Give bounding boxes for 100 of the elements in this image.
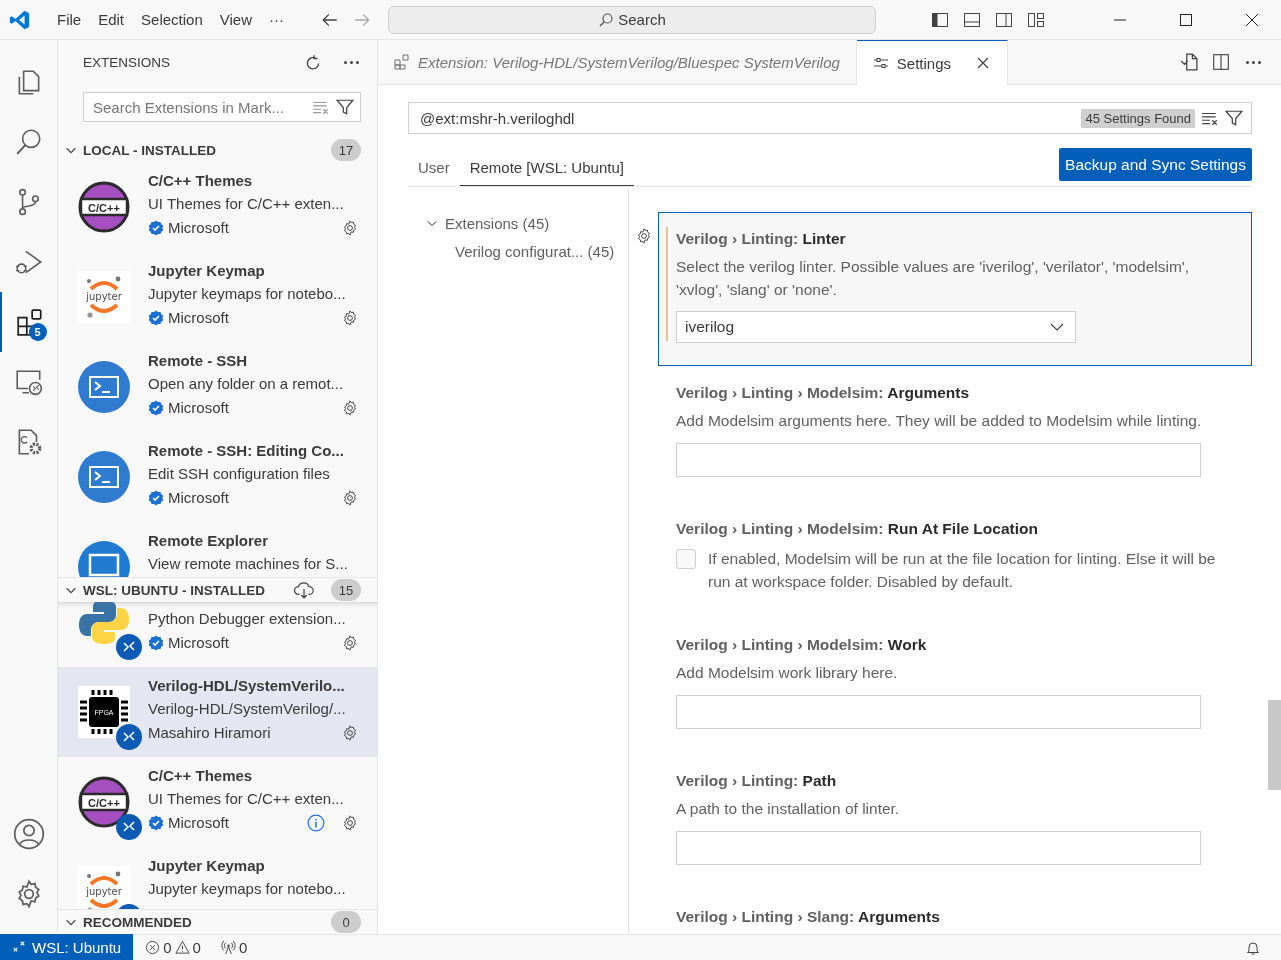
monitor-remote-icon[interactable] <box>13 367 44 397</box>
menu-item[interactable]: ··· <box>261 7 292 32</box>
extension-item[interactable]: jupyter Jupyter Keymap Jupyter keymaps for notebo... Microsoft <box>58 252 377 342</box>
extension-name: Jupyter Keymap <box>148 261 266 281</box>
cpp-logo: C/C++ <box>78 776 130 828</box>
problems-button[interactable]: 0 0 <box>137 939 209 956</box>
maximize-icon[interactable] <box>1179 12 1193 27</box>
menu-item[interactable]: File <box>49 7 90 32</box>
input-field[interactable] <box>676 695 1201 729</box>
scope-tab[interactable]: User <box>408 148 460 186</box>
publisher-name: Masahiro Hiramori <box>148 724 271 741</box>
publisher-name: Microsoft <box>168 309 229 326</box>
setting-description: Add Modelsim arguments here. They will be added to Modelsim while linting. <box>676 411 1203 431</box>
search-field[interactable]: Search Extensions in Mark... <box>91 97 306 117</box>
open-file-icon[interactable] <box>1180 53 1198 71</box>
setting-item[interactable]: Verilog › Linting › Modelsim: Work Add Modelsim work library here. <box>658 618 1252 754</box>
extension-name: C/C++ Themes <box>148 766 254 786</box>
editor-tab[interactable]: Settings <box>856 40 1009 85</box>
search-bar[interactable]: @ext:mshr-h.veriloghdl 45 Settings Found <box>408 102 1252 134</box>
filter-icon[interactable] <box>336 98 354 116</box>
ports-button[interactable]: 0 <box>212 939 256 956</box>
remote-icon <box>12 940 26 954</box>
antenna-icon <box>220 940 236 955</box>
cloud-download-icon[interactable] <box>294 581 314 599</box>
extension-name: Remote - SSH <box>148 351 249 371</box>
setting-gear-icon[interactable] <box>635 227 653 245</box>
count-badge: 0 <box>331 911 361 933</box>
secondary-sidebar-toggle-icon[interactable] <box>995 10 1013 29</box>
terminal-logo <box>78 361 130 413</box>
refresh-icon[interactable] <box>304 53 322 72</box>
extension-item[interactable]: jupyter Jupyter Keymap Jupyter keymaps for notebo... <box>58 847 377 909</box>
extension-description: UI Themes for C/C++ exten... <box>148 194 345 214</box>
setting-item[interactable]: Verilog › Linting › Modelsim: Run At File Location If enabled, Modelsim will be run at the file location for linting. Else it will be run at workspace folder. Disabled by default. <box>658 502 1252 618</box>
extension-description: Verilog-HDL/SystemVerilog/... <box>148 699 347 719</box>
extension-name: C/C++ Themes <box>148 171 254 191</box>
setting-item[interactable]: Verilog › Linting › Modelsim: Arguments Add Modelsim arguments here. They will be added to Modelsim while linting. <box>658 366 1252 502</box>
results-count-badge: 45 Settings Found <box>1081 108 1195 128</box>
setting-description: Add Modelsim work library here. <box>676 663 899 683</box>
manage-gear-icon[interactable] <box>341 398 359 417</box>
warning-icon <box>174 940 190 955</box>
extension-item[interactable]: C/C++ C/C++ Themes UI Themes for C/C++ exten... Microsoft <box>58 757 377 847</box>
extension-name: Verilog-HDL/SystemVerilo... <box>148 676 346 696</box>
section-title: RECOMMENDED <box>83 914 193 930</box>
dropdown[interactable]: iverilog <box>676 311 1076 343</box>
bell-icon[interactable] <box>1245 939 1261 956</box>
split-editor-icon[interactable] <box>1212 53 1230 71</box>
extension-item[interactable]: Remote - SSH: Editing Co... Edit SSH configuration files Microsoft <box>58 432 377 522</box>
extension-item[interactable]: Remote - SSH Open any folder on a remot... Microsoft <box>58 342 377 432</box>
primary-sidebar-toggle-icon[interactable] <box>931 10 949 29</box>
command-center-placeholder: Search <box>618 11 666 28</box>
extension-name: Remote Explorer <box>148 531 270 551</box>
search-bar[interactable]: Search Extensions in Mark... <box>83 92 361 122</box>
remote-indicator[interactable]: WSL: Ubuntu <box>0 934 134 960</box>
menu-item[interactable]: View <box>211 7 260 32</box>
manage-gear-icon[interactable] <box>341 813 359 832</box>
scrollbar-thumb[interactable] <box>1268 700 1281 790</box>
sync-button[interactable]: Backup and Sync Settings <box>1059 148 1252 181</box>
setting-title: Verilog › Linting: Linter <box>676 229 847 249</box>
scope-tab[interactable]: Remote [WSL: Ubuntu] <box>459 148 634 186</box>
input-field[interactable] <box>676 443 1201 477</box>
menu-item[interactable]: Edit <box>90 7 133 32</box>
close-icon[interactable] <box>1245 12 1259 27</box>
panel-title: EXTENSIONS <box>83 55 172 70</box>
filter-icon[interactable] <box>1225 109 1243 127</box>
manage-gear-icon[interactable] <box>341 488 359 507</box>
extensions-icon[interactable] <box>14 307 45 337</box>
manage-gear-icon[interactable] <box>341 633 359 652</box>
menu-item[interactable]: Selection <box>133 7 211 32</box>
manage-gear-icon[interactable] <box>341 218 359 237</box>
sliders-icon <box>872 55 889 71</box>
extension-item[interactable]: Remote Explorer View remote machines for S... <box>58 522 377 577</box>
setting-title: Verilog › Linting: Path <box>676 771 838 791</box>
jupyter-logo: jupyter <box>78 271 130 323</box>
info-icon[interactable] <box>307 813 325 832</box>
checkbox[interactable] <box>676 549 696 569</box>
setting-item[interactable]: Verilog › Linting: Path A path to the installation of linter. <box>658 754 1252 890</box>
publisher-name: Microsoft <box>168 489 229 506</box>
account-icon[interactable] <box>12 818 45 850</box>
toc-item[interactable]: Extensions (45) <box>408 209 628 237</box>
input-field[interactable] <box>676 831 1201 865</box>
layout-icon[interactable] <box>1027 10 1045 29</box>
section-header[interactable]: WSL: UBUNTU - INSTALLED 15 <box>58 577 377 602</box>
setting-title: Verilog › Linting › Modelsim: Work <box>676 635 928 655</box>
publisher-name: Microsoft <box>168 814 229 831</box>
section-header[interactable]: LOCAL - INSTALLED 17 <box>58 138 377 162</box>
manage-gear-icon[interactable] <box>341 723 359 742</box>
command-center[interactable]: Search <box>388 5 876 34</box>
extension-description: Open any folder on a remot... <box>148 374 345 394</box>
extension-name: Jupyter Keymap <box>148 856 266 876</box>
panel-toggle-icon[interactable] <box>963 10 981 29</box>
setting-item[interactable]: Verilog › Linting › Slang: Arguments <box>658 890 1252 934</box>
extension-description: Jupyter keymaps for notebo... <box>148 879 347 899</box>
search-icon <box>598 11 615 28</box>
extension-name: Remote - SSH: Editing Co... <box>148 441 345 461</box>
editor-tab[interactable]: Extension: Verilog-HDL/SystemVerilog/Bluespec SystemVerilog <box>378 40 857 84</box>
extension-description: Edit SSH configuration files <box>148 464 331 484</box>
extension-item[interactable]: Python Debugger extension... Microsoft <box>58 602 377 667</box>
manage-gear-icon[interactable] <box>341 308 359 327</box>
extension-item[interactable]: C/C++ C/C++ Themes UI Themes for C/C++ exten... Microsoft <box>58 162 377 252</box>
toc-item[interactable]: Verilog configurat... (45) <box>408 237 628 265</box>
